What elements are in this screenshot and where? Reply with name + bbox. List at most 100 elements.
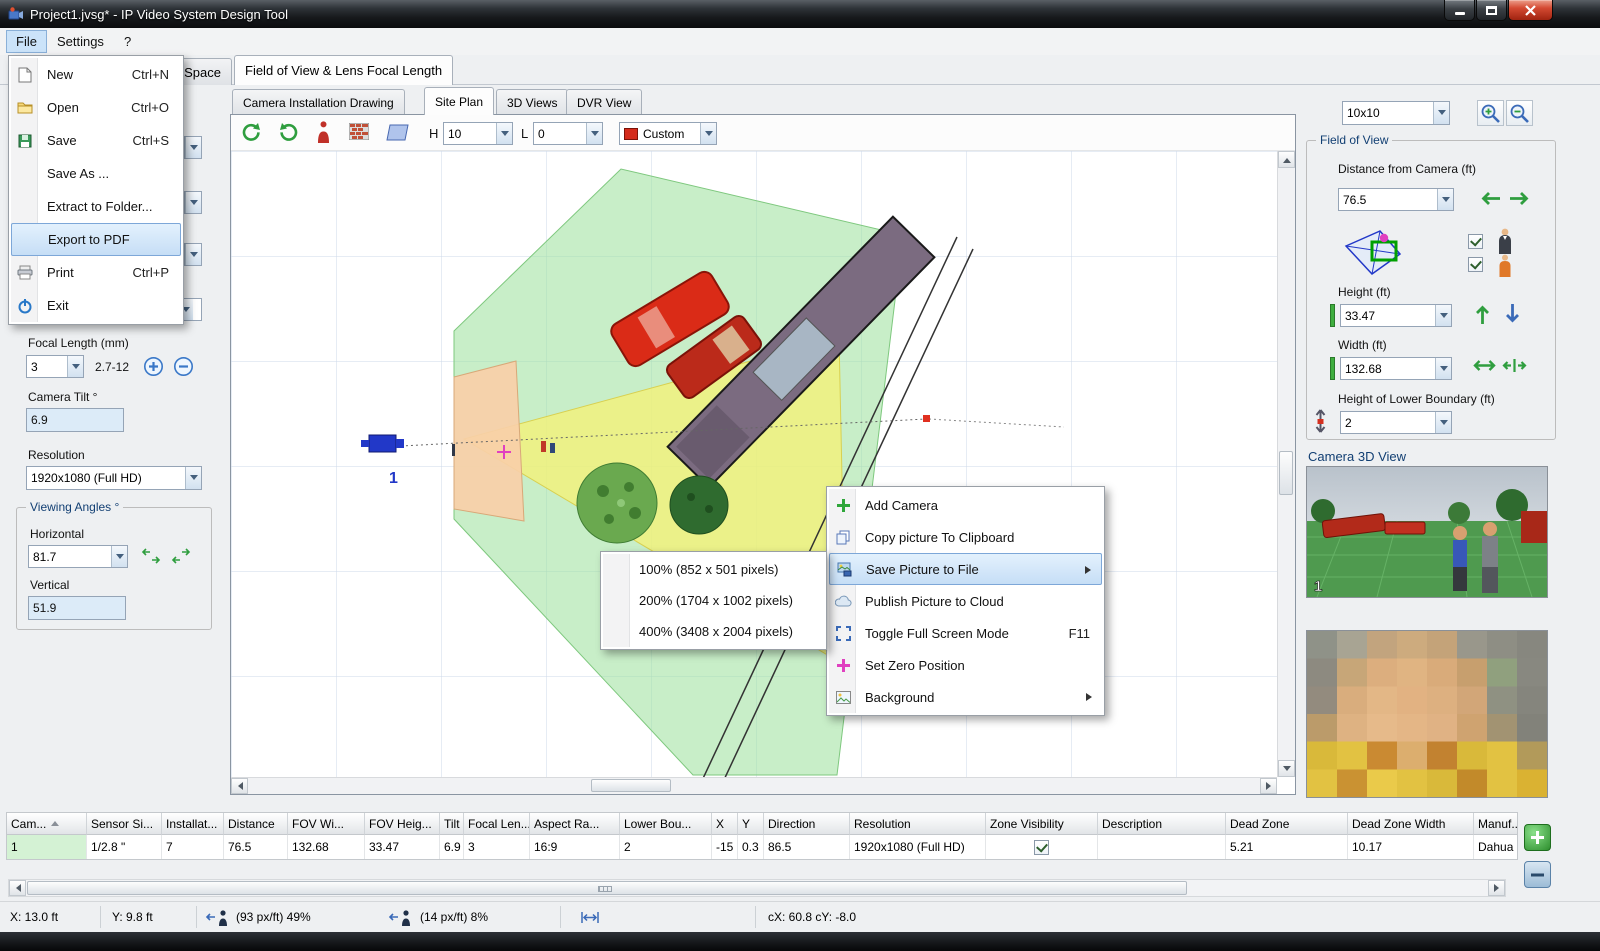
wall-height-combo[interactable]: 10 <box>443 122 513 145</box>
col-dead-zone[interactable]: Dead Zone <box>1226 813 1348 835</box>
distance-combo[interactable]: 76.5 <box>1338 188 1454 211</box>
clipped-combo-1[interactable] <box>184 136 202 159</box>
window-horizontal-scrollbar[interactable] <box>8 879 1506 897</box>
height-combo[interactable]: 33.47 <box>1340 304 1452 327</box>
col-distance[interactable]: Distance <box>224 813 288 835</box>
height-decrease-button[interactable] <box>1504 302 1521 326</box>
submenu-200-percent[interactable]: 200% (1704 x 1002 pixels) <box>603 585 824 616</box>
tree-large[interactable] <box>577 463 657 543</box>
zone-visibility-checkbox[interactable] <box>1034 840 1049 855</box>
scroll-left-button[interactable] <box>9 880 26 896</box>
context-add-camera[interactable]: Add Camera <box>829 489 1102 521</box>
rotate-cw-button[interactable] <box>277 122 301 144</box>
canvas-horizontal-scrollbar[interactable] <box>231 777 1277 794</box>
horizontal-combo[interactable]: 81.7 <box>28 545 128 568</box>
file-menu-new[interactable]: NewCtrl+N <box>11 58 181 91</box>
scroll-left-button[interactable] <box>231 778 248 794</box>
subtab-3d-views[interactable]: 3D Views <box>496 89 568 115</box>
context-toggle-fullscreen[interactable]: Toggle Full Screen ModeF11 <box>829 617 1102 649</box>
col-x[interactable]: X <box>712 813 738 835</box>
scroll-thumb[interactable] <box>27 881 1187 895</box>
menu-help[interactable]: ? <box>114 30 141 53</box>
width-adjust-button[interactable] <box>1472 358 1497 373</box>
col-manufacturer[interactable]: Manuf... <box>1474 813 1518 835</box>
add-person-button[interactable] <box>317 121 330 143</box>
color-combo[interactable]: Custom <box>619 122 717 145</box>
scroll-right-button[interactable] <box>1260 778 1277 794</box>
submenu-100-percent[interactable]: 100% (852 x 501 pixels) <box>603 554 824 585</box>
file-menu-save-as[interactable]: Save As ... <box>11 157 181 190</box>
distance-decrease-button[interactable] <box>1478 190 1502 207</box>
lower-boundary-combo[interactable]: 2 <box>1340 411 1452 434</box>
zoom-out-button[interactable] <box>1506 100 1533 126</box>
angle-preset-button-1[interactable] <box>140 547 162 565</box>
col-focal-length[interactable]: Focal Len... <box>464 813 530 835</box>
col-camera[interactable]: Cam... <box>7 813 87 835</box>
context-save-picture-to-file[interactable]: Save Picture to File <box>829 553 1102 585</box>
submenu-400-percent[interactable]: 400% (3408 x 2004 pixels) <box>603 616 824 647</box>
zoom-minus-button[interactable] <box>173 356 194 377</box>
file-menu-print[interactable]: PrintCtrl+P <box>11 256 181 289</box>
col-description[interactable]: Description <box>1098 813 1226 835</box>
scroll-thumb[interactable] <box>1279 451 1293 495</box>
remove-row-button[interactable] <box>1524 861 1551 888</box>
wall-lower-combo[interactable]: 0 <box>533 122 603 145</box>
col-fov-height[interactable]: FOV Heig... <box>365 813 440 835</box>
site-plan-drawing[interactable]: 1 <box>231 151 1277 777</box>
maximize-button[interactable] <box>1476 0 1507 21</box>
width-combo[interactable]: 132.68 <box>1340 357 1452 380</box>
col-zone-visibility[interactable]: Zone Visibility <box>986 813 1098 835</box>
canvas-vertical-scrollbar[interactable] <box>1277 151 1295 777</box>
scroll-thumb[interactable] <box>591 779 671 792</box>
menu-file[interactable]: File <box>6 30 47 53</box>
col-sensor[interactable]: Sensor Si... <box>87 813 162 835</box>
height-increase-button[interactable] <box>1474 302 1491 326</box>
lower-edge-checkbox[interactable] <box>1468 257 1483 272</box>
scroll-up-button[interactable] <box>1278 151 1295 168</box>
col-y[interactable]: Y <box>738 813 764 835</box>
clipped-combo-3[interactable] <box>184 243 202 266</box>
file-menu-save[interactable]: SaveCtrl+S <box>11 124 181 157</box>
clipped-combo-2[interactable] <box>184 191 202 214</box>
grid-size-combo[interactable]: 10x10 <box>1342 101 1450 125</box>
add-row-button[interactable] <box>1524 824 1551 851</box>
file-menu-export-to-pdf[interactable]: Export to PDF <box>11 223 181 256</box>
width-expand-button[interactable] <box>1502 358 1527 373</box>
add-region-button[interactable] <box>386 123 410 142</box>
col-dead-zone-width[interactable]: Dead Zone Width <box>1348 813 1474 835</box>
col-installation[interactable]: Installat... <box>162 813 224 835</box>
scroll-down-button[interactable] <box>1278 760 1295 777</box>
close-button[interactable] <box>1508 0 1553 21</box>
subtab-site-plan[interactable]: Site Plan <box>424 87 494 115</box>
menu-settings[interactable]: Settings <box>47 30 114 53</box>
col-tilt[interactable]: Tilt <box>440 813 464 835</box>
pixelated-detection-image[interactable] <box>1306 630 1548 798</box>
table-row[interactable]: 1 1/2.8 " 7 76.5 132.68 33.47 6.9 3 16:9… <box>7 835 1518 859</box>
file-menu-exit[interactable]: Exit <box>11 289 181 322</box>
scroll-right-button[interactable] <box>1488 880 1505 896</box>
col-lower-boundary[interactable]: Lower Bou... <box>620 813 712 835</box>
context-background[interactable]: Background <box>829 681 1102 713</box>
tree-small[interactable] <box>670 476 728 534</box>
upper-edge-checkbox[interactable] <box>1468 234 1483 249</box>
zoom-plus-button[interactable] <box>143 356 164 377</box>
titlebar[interactable]: Project1.jvsg* - IP Video System Design … <box>0 0 1600 28</box>
col-direction[interactable]: Direction <box>764 813 850 835</box>
angle-preset-button-2[interactable] <box>170 547 192 565</box>
focal-length-combo[interactable]: 3 <box>26 355 84 378</box>
context-publish-to-cloud[interactable]: Publish Picture to Cloud <box>829 585 1102 617</box>
subtab-camera-installation-drawing[interactable]: Camera Installation Drawing <box>232 89 405 115</box>
camera-3d-view-image[interactable]: 1 <box>1306 466 1548 598</box>
vertical-angle-input[interactable] <box>28 596 126 620</box>
col-fov-width[interactable]: FOV Wi... <box>288 813 365 835</box>
tab-field-of-view[interactable]: Field of View & Lens Focal Length <box>234 55 453 85</box>
col-aspect-ratio[interactable]: Aspect Ra... <box>530 813 620 835</box>
resolution-combo[interactable]: 1920x1080 (Full HD) <box>26 466 202 490</box>
context-copy-picture[interactable]: Copy picture To Clipboard <box>829 521 1102 553</box>
add-wall-button[interactable] <box>349 123 369 140</box>
camera-tilt-input[interactable] <box>26 408 124 432</box>
rotate-ccw-button[interactable] <box>239 122 263 144</box>
file-menu-open[interactable]: OpenCtrl+O <box>11 91 181 124</box>
context-set-zero-position[interactable]: Set Zero Position <box>829 649 1102 681</box>
zoom-in-button[interactable] <box>1477 100 1504 126</box>
